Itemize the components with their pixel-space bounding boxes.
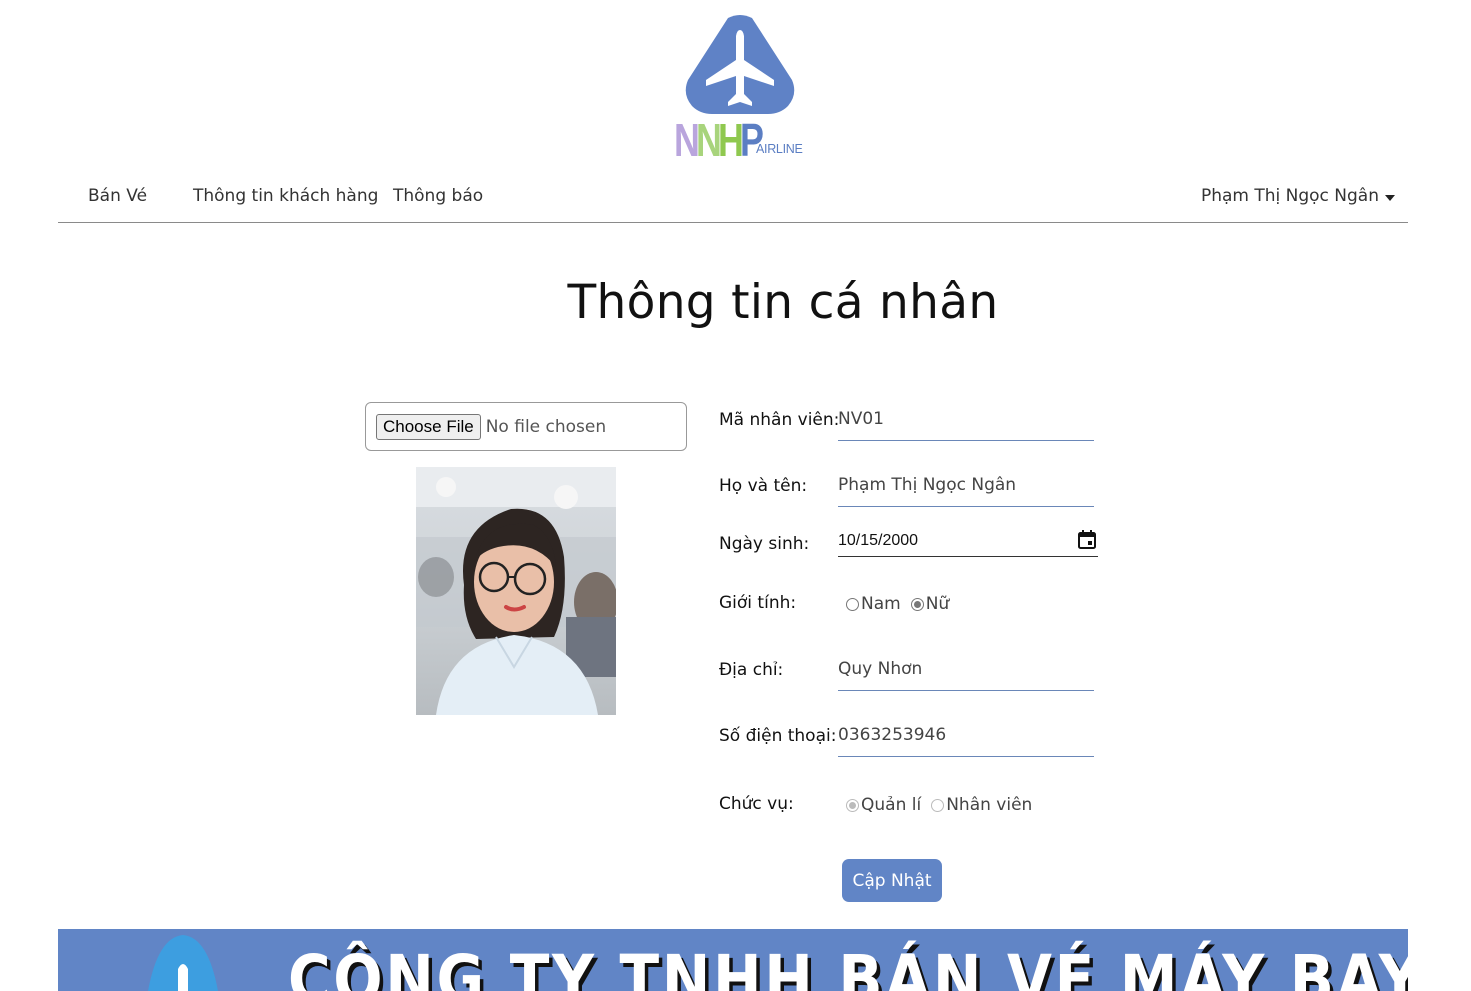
choose-file-button[interactable]: Choose File <box>376 413 481 440</box>
position-radio-staff[interactable] <box>931 798 945 812</box>
address-label: Địa chỉ: <box>719 660 784 680</box>
logo-wordmark: N N H P <box>674 114 764 166</box>
phone-input[interactable] <box>838 725 1094 745</box>
user-name: Phạm Thị Ngọc Ngân <box>1200 186 1379 206</box>
full-name-input[interactable] <box>838 475 1094 495</box>
logo-letter: N <box>674 114 700 166</box>
nav-item-ban-ve[interactable]: Bán Vé <box>88 186 147 206</box>
position-label: Chức vụ: <box>719 794 794 814</box>
footer-banner: CÔNG TY TNHH BÁN VÉ MÁY BAY <box>58 929 1408 991</box>
employee-id-input[interactable] <box>838 409 1094 429</box>
gender-option-label: Nam <box>861 594 901 614</box>
page-title: Thông tin cá nhân <box>567 275 999 330</box>
employee-id-field[interactable] <box>838 409 1094 441</box>
full-name-field[interactable] <box>838 475 1094 507</box>
gender-radio-nam[interactable] <box>846 597 859 611</box>
airplane-logo-icon <box>685 15 795 114</box>
update-button[interactable]: Cập Nhật <box>842 859 942 902</box>
birthday-value: 10/15/2000 <box>838 532 919 549</box>
logo-letter: H <box>718 114 744 166</box>
avatar-file-input[interactable]: Choose File No file chosen <box>365 402 687 451</box>
gender-option-label: Nữ <box>925 594 950 614</box>
top-nav: Bán Vé Thông tin khách hàng Thông báo Ph… <box>58 175 1408 223</box>
user-menu[interactable]: Phạm Thị Ngọc Ngân <box>1201 186 1395 206</box>
airline-logo: N N H P AIRLINE <box>672 14 812 164</box>
position-option-label: Quản lí <box>861 795 922 815</box>
address-input[interactable] <box>838 659 1094 679</box>
gender-label: Giới tính: <box>719 593 797 613</box>
banner-text: CÔNG TY TNHH BÁN VÉ MÁY BAY <box>288 941 1408 991</box>
banner-logo-icon <box>148 935 218 991</box>
nav-item-notifications[interactable]: Thông báo <box>393 186 483 206</box>
full-name-label: Họ và tên: <box>719 476 808 496</box>
file-status: No file chosen <box>485 416 607 437</box>
position-radio-manager[interactable] <box>846 798 859 812</box>
employee-id-label: Mã nhân viên: <box>719 410 840 430</box>
profile-photo <box>416 467 616 715</box>
gender-radio-nu[interactable] <box>910 597 924 611</box>
logo-letter: P <box>740 114 764 166</box>
caret-down-icon <box>1385 195 1395 201</box>
birthday-field[interactable]: 10/15/2000 <box>838 528 1098 557</box>
birthday-label: Ngày sinh: <box>719 534 810 554</box>
position-option-label: Nhân viên <box>946 795 1033 815</box>
nav-item-customer-info[interactable]: Thông tin khách hàng <box>193 186 378 206</box>
address-field[interactable] <box>838 659 1094 691</box>
phone-label: Số điện thoại: <box>719 726 837 746</box>
gender-radio-group: Nam Nữ <box>846 594 959 614</box>
logo-subtext: AIRLINE <box>756 142 803 156</box>
phone-field[interactable] <box>838 725 1094 757</box>
position-radio-group: Quản lí Nhân viên <box>846 795 1042 815</box>
logo-letter: N <box>696 114 722 166</box>
calendar-icon[interactable] <box>1078 530 1096 549</box>
